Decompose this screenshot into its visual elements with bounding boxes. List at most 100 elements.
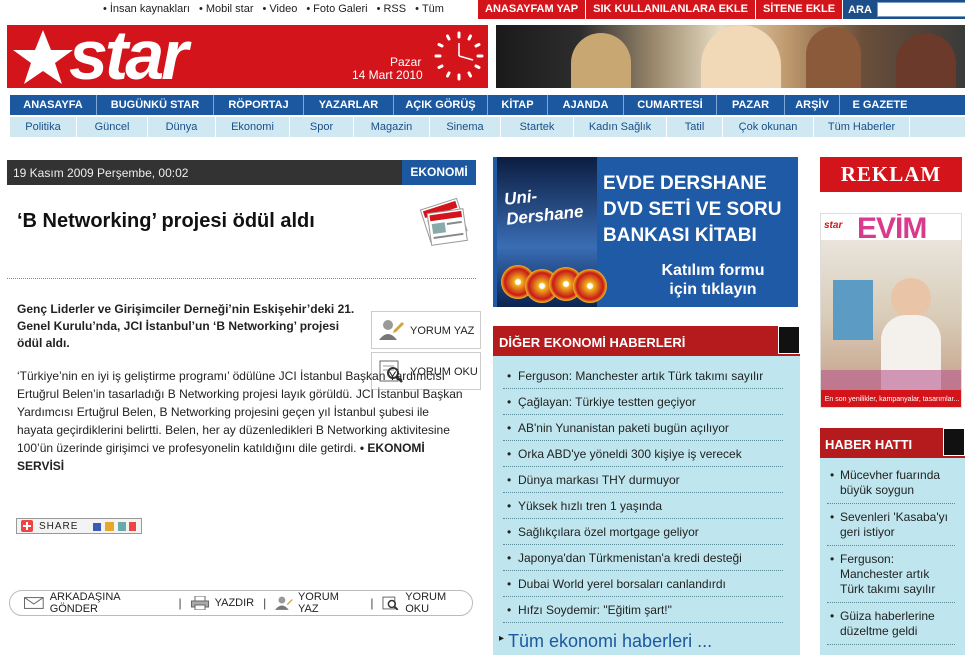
promo-cta[interactable]: Katılım formu için tıklayın bbox=[643, 261, 783, 299]
top-links: İnsan kaynakları Mobil star Video Foto G… bbox=[103, 3, 444, 15]
article-datetime: 19 Kasım 2009 Perşembe, 00:02 bbox=[13, 166, 189, 180]
article-meta-bar: 19 Kasım 2009 Perşembe, 00:02 EKONOMİ bbox=[7, 160, 476, 185]
cover-face bbox=[891, 278, 931, 318]
list-item[interactable]: Ferguson: Manchester artık Türk takımı s… bbox=[503, 363, 783, 389]
all-economy-news-link[interactable]: Tüm ekonomi haberleri ... bbox=[499, 631, 712, 652]
nav-e-gazete[interactable]: E GAZETE bbox=[840, 95, 920, 115]
other-economy-news-list: Ferguson: Manchester artık Türk takımı s… bbox=[503, 363, 783, 623]
search-input[interactable] bbox=[876, 2, 965, 17]
list-item[interactable]: Hıfzı Soydemir: "Eğitim şart!" bbox=[503, 597, 783, 623]
top-link-tum[interactable]: Tüm bbox=[415, 3, 444, 15]
list-item[interactable]: Güiza haberlerine düzeltme geldi bbox=[827, 607, 955, 645]
cover-banner bbox=[821, 370, 961, 390]
add-to-site-button[interactable]: SİTENE EKLE bbox=[755, 0, 844, 19]
print-button[interactable]: YAZDIR bbox=[190, 596, 255, 610]
envelope-icon bbox=[24, 597, 44, 609]
subnav-tatil[interactable]: Tatil bbox=[667, 117, 723, 137]
other-economy-news-header: DİĞER EKONOMİ HABERLERİ bbox=[493, 326, 800, 356]
other-economy-news-title: DİĞER EKONOMİ HABERLERİ bbox=[499, 335, 686, 350]
nav-cumartesi[interactable]: CUMARTESİ bbox=[624, 95, 717, 115]
star-logo-icon bbox=[13, 30, 73, 84]
banner-figure-1 bbox=[571, 33, 631, 88]
evim-magazine-ad[interactable]: star EVİM En son yenilikler, kampanyalar… bbox=[820, 213, 962, 408]
top-actions: ANASAYFAM YAP SIK KULLANILANLARA EKLE Sİ… bbox=[478, 0, 965, 19]
subnav-kadin-saglik[interactable]: Kadın Sağlık bbox=[574, 117, 667, 137]
subnav-cok-okunan[interactable]: Çok okunan bbox=[723, 117, 814, 137]
list-item[interactable]: Sağlıkçılara özel mortgage geliyor bbox=[503, 519, 783, 545]
sub-nav: Politika Güncel Dünya Ekonomi Spor Magaz… bbox=[10, 117, 965, 137]
share-plus-icon bbox=[21, 520, 33, 532]
subnav-sinema[interactable]: Sinema bbox=[430, 117, 501, 137]
news-line-list: Mücevher fuarında büyük soygun Sevenleri… bbox=[827, 466, 955, 649]
list-item[interactable]: Sevenleri 'Kasaba'yı geri istiyor bbox=[827, 508, 955, 546]
news-line-title: HABER HATTI bbox=[825, 437, 913, 452]
list-item[interactable]: Ferguson: Manchester artık Türk takımı s… bbox=[827, 550, 955, 603]
evim-cover-image bbox=[821, 240, 961, 390]
news-line-header: HABER HATTI bbox=[820, 428, 965, 458]
add-favorites-button[interactable]: SIK KULLANILANLARA EKLE bbox=[586, 0, 756, 19]
send-to-friend-label: ARKADAŞINA GÖNDER bbox=[49, 591, 120, 615]
subnav-magazin[interactable]: Magazin bbox=[354, 117, 430, 137]
user-comment-icon bbox=[275, 596, 293, 610]
list-item[interactable]: Dubai World yerel borsaları canlandırdı bbox=[503, 571, 783, 597]
set-homepage-button[interactable]: ANASAYFAM YAP bbox=[478, 0, 587, 19]
tools-separator: | bbox=[178, 596, 182, 610]
newspaper-stack-icon bbox=[419, 197, 468, 246]
list-item[interactable]: Orka ABD'ye yöneldi 300 kişiye iş verece… bbox=[503, 441, 783, 467]
list-item[interactable]: Dünya markası THY durmuyor bbox=[503, 467, 783, 493]
user-comment-icon bbox=[379, 320, 404, 340]
nav-ajanda[interactable]: AJANDA bbox=[548, 95, 624, 115]
top-banner-ad[interactable] bbox=[496, 25, 965, 88]
top-link-foto-galeri[interactable]: Foto Galeri bbox=[306, 3, 367, 15]
dershane-promo-ad[interactable]: Uni-Dershane EVDE DERSHANE DVD SETİ VE S… bbox=[493, 157, 798, 307]
subnav-ekonomi[interactable]: Ekonomi bbox=[216, 117, 290, 137]
cover-painting bbox=[833, 280, 873, 340]
logo-header[interactable]: star Pazar 14 Mart 2010 bbox=[7, 25, 488, 88]
news-line: HABER HATTI Mücevher fuarında büyük soyg… bbox=[820, 428, 965, 655]
clock-icon bbox=[434, 31, 484, 81]
list-item[interactable]: Mücevher fuarında büyük soygun bbox=[827, 466, 955, 504]
nav-yazarlar[interactable]: YAZARLAR bbox=[304, 95, 394, 115]
subnav-dunya[interactable]: Dünya bbox=[148, 117, 216, 137]
dvd-box-label: Uni-Dershane bbox=[503, 186, 585, 229]
subnav-politika[interactable]: Politika bbox=[10, 117, 77, 137]
search-box: ARA bbox=[843, 0, 965, 19]
list-item[interactable]: Yüksek hızlı tren 1 yaşında bbox=[503, 493, 783, 519]
header-block bbox=[778, 326, 800, 354]
nav-arsiv[interactable]: ARŞİV bbox=[785, 95, 840, 115]
subnav-tum-haberler[interactable]: Tüm Haberler bbox=[814, 117, 910, 137]
tools-write-comment-button[interactable]: YORUM YAZ bbox=[275, 591, 361, 615]
nav-anasayfa[interactable]: ANASAYFA bbox=[10, 95, 97, 115]
article-title: ‘B Networking’ projesi ödül aldı bbox=[17, 210, 315, 232]
nav-kitap[interactable]: KİTAP bbox=[488, 95, 548, 115]
share-button[interactable]: SHARE bbox=[16, 518, 142, 534]
magnifier-document-icon bbox=[382, 596, 399, 610]
write-comment-button[interactable]: YORUM YAZ bbox=[371, 311, 481, 349]
send-to-friend-button[interactable]: ARKADAŞINA GÖNDER bbox=[24, 591, 169, 615]
list-item[interactable]: Çağlayan: Türkiye testten geçiyor bbox=[503, 389, 783, 415]
nav-pazar[interactable]: PAZAR bbox=[717, 95, 785, 115]
nav-acik-gorus[interactable]: AÇIK GÖRÜŞ bbox=[394, 95, 488, 115]
subnav-guncel[interactable]: Güncel bbox=[77, 117, 148, 137]
main-nav: ANASAYFA BUGÜNKÜ STAR RÖPORTAJ YAZARLAR … bbox=[10, 95, 965, 115]
top-link-video[interactable]: Video bbox=[263, 3, 297, 15]
evim-footer: En son yenilikler, kampanyalar, tasarıml… bbox=[821, 390, 961, 407]
print-label: YAZDIR bbox=[214, 597, 255, 609]
list-item[interactable]: Japonya'dan Türkmenistan'a kredi desteği bbox=[503, 545, 783, 571]
top-link-rss[interactable]: RSS bbox=[377, 3, 406, 15]
subnav-startek[interactable]: Startek bbox=[501, 117, 574, 137]
subnav-spor[interactable]: Spor bbox=[290, 117, 354, 137]
nav-roportaj[interactable]: RÖPORTAJ bbox=[214, 95, 304, 115]
promo-line-2: DVD SETİ VE SORU bbox=[603, 199, 782, 220]
nav-bugunku-star[interactable]: BUGÜNKÜ STAR bbox=[97, 95, 214, 115]
other-economy-news: DİĞER EKONOMİ HABERLERİ Ferguson: Manche… bbox=[493, 326, 800, 655]
article-category-badge[interactable]: EKONOMİ bbox=[402, 160, 476, 185]
evim-star-logo: star bbox=[824, 220, 843, 231]
top-link-mobil-star[interactable]: Mobil star bbox=[199, 3, 254, 15]
tools-read-comments-button[interactable]: YORUM OKU bbox=[382, 591, 472, 615]
list-item[interactable]: AB'nin Yunanistan paketi bugün açılıyor bbox=[503, 415, 783, 441]
top-link-insan-kaynaklari[interactable]: İnsan kaynakları bbox=[103, 3, 190, 15]
tools-read-comments-label: YORUM OKU bbox=[405, 591, 447, 615]
share-label: SHARE bbox=[39, 521, 79, 532]
write-comment-label: YORUM YAZ bbox=[410, 325, 475, 337]
